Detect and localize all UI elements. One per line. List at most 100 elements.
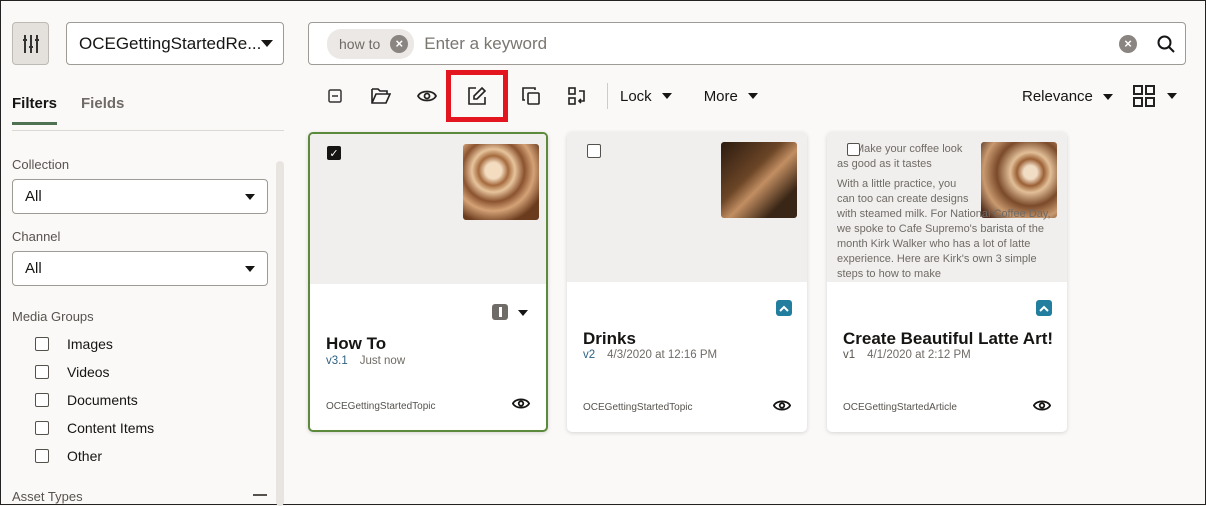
media-group-content-items[interactable]: Content Items: [35, 420, 154, 436]
chip-label: how to: [339, 35, 381, 52]
folder-open-icon: [371, 88, 391, 104]
copy-icon: [522, 87, 540, 105]
card-thumbnail: Make your coffee look as good as it tast…: [827, 132, 1067, 282]
in-progress-status-icon: [492, 304, 508, 320]
card-meta: v3.1 Just now: [326, 355, 405, 367]
toolbar-divider: [607, 83, 608, 109]
view-mode-menu[interactable]: [1133, 85, 1177, 107]
media-group-documents[interactable]: Documents: [35, 392, 138, 408]
eye-icon[interactable]: [773, 399, 791, 412]
date: 4/3/2020 at 12:16 PM: [607, 349, 718, 361]
option-label: Other: [67, 448, 103, 464]
content-type: OCEGettingStartedTopic: [583, 402, 693, 413]
move-icon: [568, 87, 585, 105]
more-menu[interactable]: More: [704, 88, 758, 105]
date: Just now: [359, 355, 406, 367]
published-status-icon: [776, 300, 792, 316]
remove-chip-icon[interactable]: ×: [390, 34, 409, 53]
option-label: Images: [67, 336, 113, 352]
search-icon[interactable]: [1157, 35, 1175, 53]
checkbox[interactable]: [35, 449, 49, 463]
eye-icon: [417, 90, 437, 102]
asset-card-drinks[interactable]: Drinks v2 4/3/2020 at 12:16 PM OCEGetting…: [567, 132, 807, 432]
view-button[interactable]: [409, 81, 445, 111]
checkbox[interactable]: [35, 421, 49, 435]
edit-button[interactable]: [446, 70, 508, 122]
lock-label: Lock: [620, 87, 652, 105]
chevron-down-icon: [747, 93, 758, 99]
checkbox[interactable]: [847, 143, 860, 156]
sort-menu[interactable]: Relevance: [1022, 88, 1113, 105]
version: v1: [843, 349, 856, 361]
eye-icon[interactable]: [1033, 399, 1051, 412]
option-label: Content Items: [67, 420, 155, 436]
edit-icon: [468, 86, 487, 105]
card-thumbnail: ✓: [310, 134, 546, 284]
search-input[interactable]: [424, 33, 1119, 54]
sliders-icon: [22, 34, 39, 53]
search-bar: how to × ×: [308, 22, 1186, 65]
content-type: OCEGettingStartedTopic: [326, 401, 436, 412]
more-label: More: [703, 87, 738, 105]
article-preview: Make your coffee look as good as it tast…: [837, 142, 1059, 282]
checkbox-checked[interactable]: ✓: [327, 146, 341, 160]
move-button[interactable]: [559, 81, 595, 111]
media-groups-label: Media Groups: [12, 309, 94, 324]
chevron-down-icon: [245, 193, 255, 200]
sidebar-tabs: Filters Fields: [12, 95, 124, 125]
divider: [12, 130, 284, 131]
chevron-down-icon: [261, 40, 274, 47]
collection-label: Collection: [12, 157, 70, 172]
option-label: Documents: [67, 392, 138, 408]
chevron-down-icon: [245, 265, 255, 272]
filter-toggle-button[interactable]: [12, 22, 49, 65]
collection-select[interactable]: All: [12, 179, 268, 214]
clear-search-icon[interactable]: ×: [1119, 34, 1137, 53]
card-meta: v2 4/3/2020 at 12:16 PM: [583, 349, 717, 361]
collection-value: All: [25, 188, 42, 205]
channel-select[interactable]: All: [12, 251, 268, 286]
checkbox[interactable]: [35, 393, 49, 407]
sort-label: Relevance: [1022, 88, 1093, 105]
open-button[interactable]: [363, 81, 399, 111]
tab-fields[interactable]: Fields: [81, 95, 124, 125]
media-group-other[interactable]: Other: [35, 448, 102, 464]
checkbox[interactable]: [35, 365, 49, 379]
toolbar: Lock More: [317, 70, 790, 122]
coffee-image: [463, 144, 539, 220]
chevron-down-icon: [661, 93, 672, 99]
deselect-button[interactable]: [317, 81, 353, 111]
card-meta: v1 4/1/2020 at 2:12 PM: [843, 349, 971, 361]
sidebar-scrollbar[interactable]: [276, 161, 284, 506]
checkbox[interactable]: [587, 144, 601, 158]
channel-value: All: [25, 260, 42, 277]
version: v3.1: [326, 355, 348, 367]
checkbox[interactable]: [35, 337, 49, 351]
minus-square-icon: [328, 89, 342, 103]
barista-image: [721, 142, 797, 218]
collapse-icon[interactable]: [253, 494, 267, 496]
lock-menu[interactable]: Lock: [620, 88, 672, 105]
channel-label: Channel: [12, 229, 61, 244]
card-title[interactable]: Create Beautiful Latte Art!: [843, 329, 1053, 349]
card-title[interactable]: Drinks: [583, 329, 636, 349]
asset-card-how-to[interactable]: ✓ How To v3.1 Just now OCEGettingStartedT…: [308, 132, 548, 432]
copy-button[interactable]: [513, 81, 549, 111]
content-type: OCEGettingStartedArticle: [843, 402, 957, 413]
repository-value: OCEGettingStartedRe...: [79, 33, 262, 53]
date: 4/1/2020 at 2:12 PM: [867, 349, 971, 361]
eye-icon[interactable]: [512, 397, 530, 410]
chevron-down-icon[interactable]: [518, 310, 528, 316]
card-title[interactable]: How To: [326, 334, 386, 354]
card-thumbnail: [567, 132, 807, 282]
media-group-images[interactable]: Images: [35, 336, 113, 352]
chevron-down-icon: [1102, 93, 1113, 100]
asset-card-latte-art[interactable]: Make your coffee look as good as it tast…: [827, 132, 1067, 432]
version: v2: [583, 349, 596, 361]
tab-filters[interactable]: Filters: [12, 95, 58, 125]
repository-select[interactable]: OCEGettingStartedRe...: [66, 22, 284, 65]
media-group-videos[interactable]: Videos: [35, 364, 110, 380]
preview-text: With a little practice, you can too can …: [837, 178, 1051, 280]
asset-types-label: Asset Types: [12, 489, 83, 504]
published-status-icon: [1036, 300, 1052, 316]
